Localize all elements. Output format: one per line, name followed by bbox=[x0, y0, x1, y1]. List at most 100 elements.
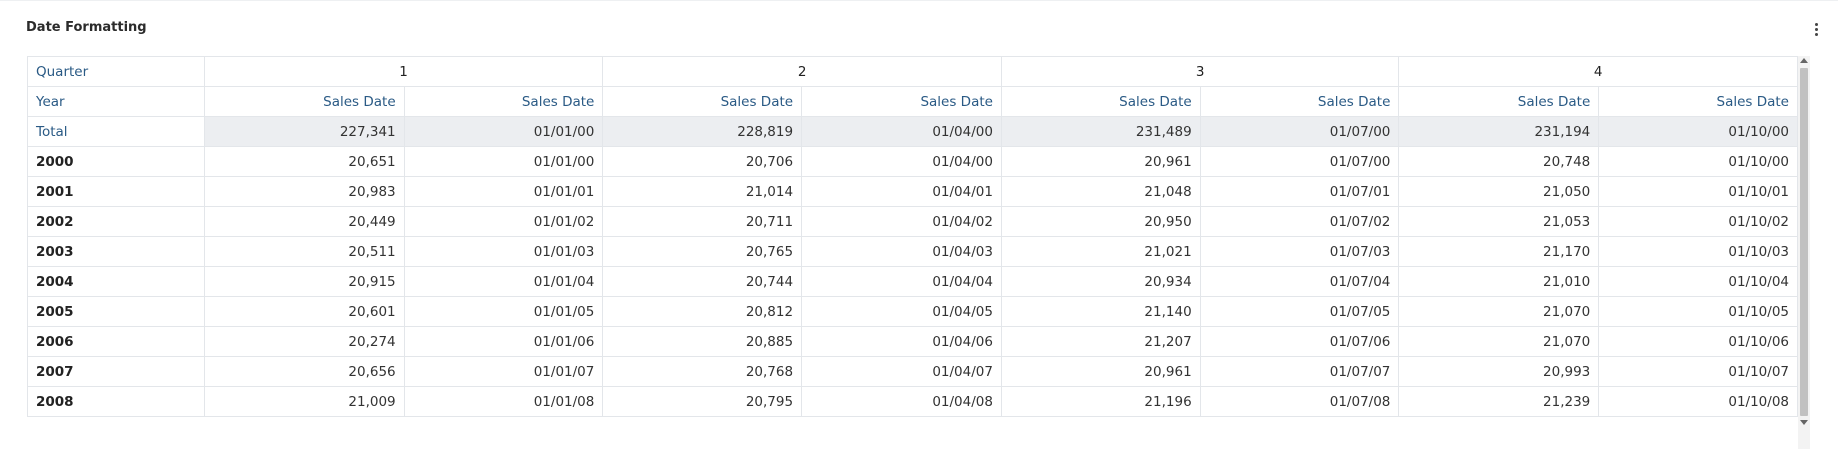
pivot-table: Quarter 1 2 3 4 Year Sales Date Sales Da… bbox=[27, 56, 1798, 417]
column-header[interactable]: Sales Date bbox=[602, 86, 803, 117]
column-header[interactable]: Sales Date bbox=[801, 86, 1002, 117]
total-cell: 231,489 bbox=[1000, 116, 1201, 147]
top-divider bbox=[0, 0, 1838, 1]
column-header[interactable]: Sales Date bbox=[1398, 86, 1600, 117]
year-row-label: 2008 bbox=[27, 386, 205, 417]
table-cell: 20,656 bbox=[203, 356, 405, 387]
table-cell: 20,274 bbox=[203, 326, 405, 357]
table-row: 2004 20,915 01/01/04 20,744 01/04/04 20,934 01… bbox=[27, 266, 1798, 297]
table-cell: 21,010 bbox=[1398, 266, 1600, 297]
total-cell: 01/10/00 bbox=[1598, 116, 1798, 147]
quarter-header[interactable]: 1 bbox=[203, 56, 604, 87]
year-row-label: 2007 bbox=[27, 356, 205, 387]
more-vertical-icon[interactable] bbox=[1808, 18, 1824, 40]
table-cell: 20,511 bbox=[203, 236, 405, 267]
table-cell: 21,048 bbox=[1000, 176, 1201, 207]
table-cell: 20,961 bbox=[1000, 356, 1201, 387]
table-cell: 21,009 bbox=[203, 386, 405, 417]
year-row-header: Year bbox=[27, 86, 205, 117]
table-cell: 01/04/06 bbox=[801, 326, 1002, 357]
total-cell: 01/07/00 bbox=[1199, 116, 1400, 147]
vertical-scrollbar[interactable] bbox=[1798, 56, 1810, 449]
table-cell: 21,070 bbox=[1398, 326, 1600, 357]
table-cell: 01/07/02 bbox=[1199, 206, 1400, 237]
column-header[interactable]: Sales Date bbox=[1000, 86, 1201, 117]
table-cell: 20,765 bbox=[602, 236, 803, 267]
column-header[interactable]: Sales Date bbox=[1598, 86, 1798, 117]
table-cell: 01/10/07 bbox=[1598, 356, 1798, 387]
table-cell: 20,744 bbox=[602, 266, 803, 297]
scroll-down-arrow-icon[interactable] bbox=[1800, 420, 1808, 425]
table-cell: 20,449 bbox=[203, 206, 405, 237]
table-cell: 01/10/00 bbox=[1598, 146, 1798, 177]
total-cell: 01/01/00 bbox=[403, 116, 604, 147]
table-cell: 20,706 bbox=[602, 146, 803, 177]
table-cell: 01/07/00 bbox=[1199, 146, 1400, 177]
column-header[interactable]: Sales Date bbox=[1199, 86, 1400, 117]
table-cell: 21,021 bbox=[1000, 236, 1201, 267]
widget-title: Date Formatting bbox=[26, 20, 147, 35]
quarter-header[interactable]: 3 bbox=[1000, 56, 1400, 87]
table-cell: 01/07/08 bbox=[1199, 386, 1400, 417]
table-cell: 01/07/07 bbox=[1199, 356, 1400, 387]
table-cell: 01/04/03 bbox=[801, 236, 1002, 267]
pivot-table-container[interactable]: Quarter 1 2 3 4 Year Sales Date Sales Da… bbox=[27, 56, 1809, 449]
table-row: 2002 20,449 01/01/02 20,711 01/04/02 20,950 01… bbox=[27, 206, 1798, 237]
year-row-label: 2005 bbox=[27, 296, 205, 327]
table-cell: 20,983 bbox=[203, 176, 405, 207]
table-cell: 01/04/01 bbox=[801, 176, 1002, 207]
table-cell: 21,196 bbox=[1000, 386, 1201, 417]
table-cell: 01/01/07 bbox=[403, 356, 604, 387]
year-row-label: 2001 bbox=[27, 176, 205, 207]
column-header[interactable]: Sales Date bbox=[403, 86, 604, 117]
total-cell: 228,819 bbox=[602, 116, 803, 147]
table-cell: 21,070 bbox=[1398, 296, 1600, 327]
table-cell: 01/01/03 bbox=[403, 236, 604, 267]
table-cell: 21,050 bbox=[1398, 176, 1600, 207]
table-cell: 01/07/01 bbox=[1199, 176, 1400, 207]
table-cell: 01/04/00 bbox=[801, 146, 1002, 177]
table-cell: 21,053 bbox=[1398, 206, 1600, 237]
table-cell: 01/10/01 bbox=[1598, 176, 1798, 207]
quarter-header[interactable]: 2 bbox=[602, 56, 1002, 87]
table-cell: 01/10/05 bbox=[1598, 296, 1798, 327]
table-cell: 01/01/00 bbox=[403, 146, 604, 177]
total-cell: 231,194 bbox=[1398, 116, 1600, 147]
table-cell: 01/07/05 bbox=[1199, 296, 1400, 327]
column-header[interactable]: Sales Date bbox=[203, 86, 405, 117]
table-cell: 01/04/08 bbox=[801, 386, 1002, 417]
table-cell: 20,950 bbox=[1000, 206, 1201, 237]
table-cell: 20,961 bbox=[1000, 146, 1201, 177]
year-row-label: 2004 bbox=[27, 266, 205, 297]
scroll-up-arrow-icon[interactable] bbox=[1800, 58, 1808, 63]
table-cell: 01/07/03 bbox=[1199, 236, 1400, 267]
table-cell: 01/01/06 bbox=[403, 326, 604, 357]
table-cell: 20,748 bbox=[1398, 146, 1600, 177]
table-cell: 01/04/05 bbox=[801, 296, 1002, 327]
table-cell: 20,934 bbox=[1000, 266, 1201, 297]
table-cell: 20,768 bbox=[602, 356, 803, 387]
year-row-label: 2003 bbox=[27, 236, 205, 267]
table-row: 2003 20,511 01/01/03 20,765 01/04/03 21,021 01… bbox=[27, 236, 1798, 267]
table-cell: 01/01/05 bbox=[403, 296, 604, 327]
table-cell: 21,170 bbox=[1398, 236, 1600, 267]
table-cell: 01/10/02 bbox=[1598, 206, 1798, 237]
column-header-row: Year Sales Date Sales Date Sales Date Sa… bbox=[27, 86, 1798, 117]
quarter-header-row: Quarter 1 2 3 4 bbox=[27, 56, 1798, 87]
table-cell: 21,207 bbox=[1000, 326, 1201, 357]
table-cell: 01/10/06 bbox=[1598, 326, 1798, 357]
table-cell: 01/04/02 bbox=[801, 206, 1002, 237]
table-cell: 01/01/02 bbox=[403, 206, 604, 237]
table-cell: 20,915 bbox=[203, 266, 405, 297]
table-cell: 01/10/03 bbox=[1598, 236, 1798, 267]
total-cell: 227,341 bbox=[203, 116, 405, 147]
quarter-header[interactable]: 4 bbox=[1398, 56, 1798, 87]
scrollbar-thumb[interactable] bbox=[1800, 68, 1808, 416]
table-row: 2000 20,651 01/01/00 20,706 01/04/00 20,961 01… bbox=[27, 146, 1798, 177]
table-cell: 20,885 bbox=[602, 326, 803, 357]
year-row-label: 2002 bbox=[27, 206, 205, 237]
total-row: Total 227,341 01/01/00 228,819 01/04/00 … bbox=[27, 116, 1798, 147]
table-cell: 01/04/07 bbox=[801, 356, 1002, 387]
table-row: 2001 20,983 01/01/01 21,014 01/04/01 21,048 01… bbox=[27, 176, 1798, 207]
total-row-label: Total bbox=[27, 116, 205, 147]
